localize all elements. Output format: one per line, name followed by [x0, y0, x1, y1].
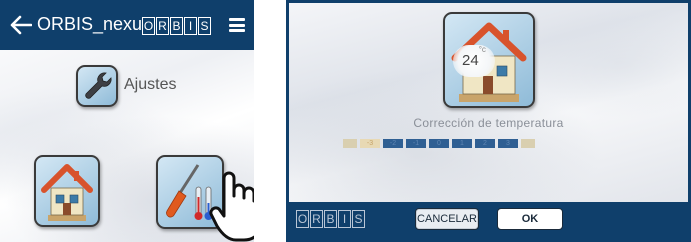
house-icon[interactable]: [34, 155, 100, 227]
temperature-correction-scale[interactable]: -3 -2 -1 0 1 2 3: [343, 139, 538, 148]
cancel-button[interactable]: CANCELAR: [415, 208, 479, 230]
scale-end-cap: [521, 139, 535, 148]
scale-end-cap: [343, 139, 357, 148]
temperature-unit: °c: [478, 45, 486, 54]
app-title: ORBIS_nexu: [37, 14, 143, 34]
scale-segment[interactable]: -2: [383, 139, 403, 148]
ok-button[interactable]: OK: [497, 208, 563, 230]
screen-title: Corrección de temperatura: [413, 116, 564, 130]
orbis-logo: O R B I S: [296, 210, 366, 228]
dialog-footer: O R B I S CANCELAR OK: [286, 202, 691, 242]
scale-segment[interactable]: -3: [360, 139, 380, 148]
logo-letter: S: [352, 210, 365, 228]
logo-letter: I: [338, 210, 351, 228]
logo-letter: O: [296, 210, 309, 228]
house-thermostat-icon: 24°c: [443, 12, 535, 108]
logo-letter: B: [170, 17, 183, 35]
scale-segment[interactable]: 1: [452, 139, 472, 148]
logo-letter: R: [156, 17, 169, 35]
scale-segment[interactable]: -1: [406, 139, 426, 148]
logo-letter: S: [198, 17, 211, 35]
wrench-icon[interactable]: [76, 65, 118, 107]
scale-segment[interactable]: 2: [475, 139, 495, 148]
settings-label: Ajustes: [124, 76, 177, 93]
logo-letter: R: [310, 210, 323, 228]
left-panel: ORBIS_nexu O R B I S Ajustes: [0, 0, 254, 242]
logo-letter: O: [142, 17, 155, 35]
logo-letter: B: [324, 210, 337, 228]
hand-pointer-icon: [209, 171, 254, 242]
temperature-reading: 24°c: [453, 45, 495, 77]
scale-segment[interactable]: 0: [429, 139, 449, 148]
hamburger-menu-icon[interactable]: [229, 18, 245, 32]
scale-segment[interactable]: 3: [498, 139, 518, 148]
arrow-left-icon[interactable]: [10, 15, 32, 35]
app-header: ORBIS_nexu O R B I S: [0, 0, 254, 50]
orbis-logo: O R B I S: [142, 17, 212, 35]
temperature-value: 24: [462, 52, 479, 69]
temperature-correction-screen: 24°c Corrección de temperatura -3 -2 -1 …: [289, 3, 688, 202]
right-panel: 24°c Corrección de temperatura -3 -2 -1 …: [286, 0, 691, 242]
logo-letter: I: [184, 17, 197, 35]
